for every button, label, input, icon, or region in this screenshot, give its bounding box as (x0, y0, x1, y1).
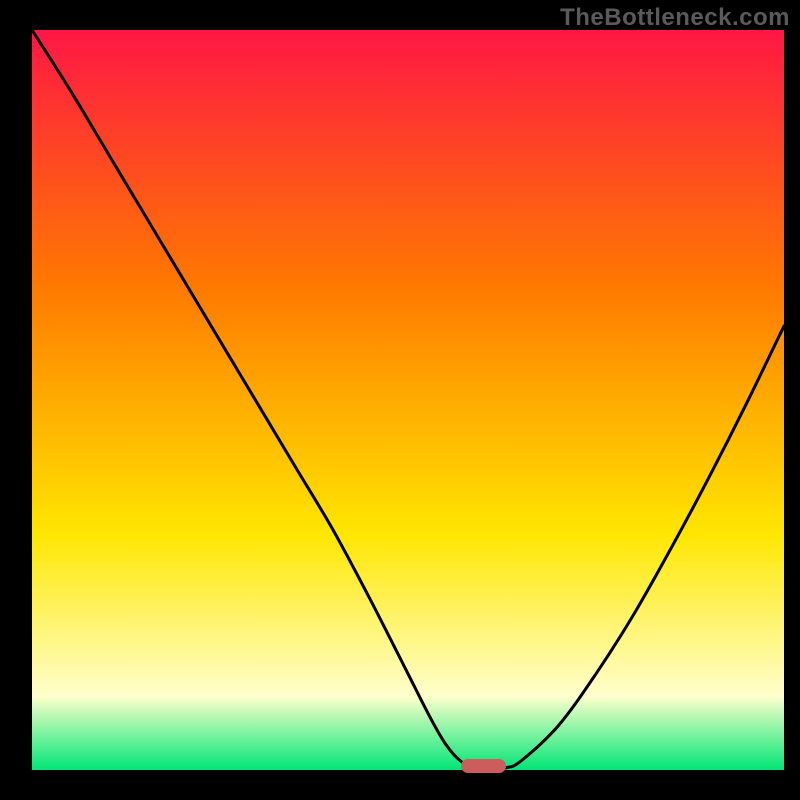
optimal-marker (461, 759, 506, 773)
chart-frame: TheBottleneck.com (0, 0, 800, 800)
plot-area (32, 30, 784, 770)
watermark-text: TheBottleneck.com (560, 4, 790, 32)
bottleneck-chart (32, 30, 784, 770)
gradient-background (32, 30, 784, 770)
